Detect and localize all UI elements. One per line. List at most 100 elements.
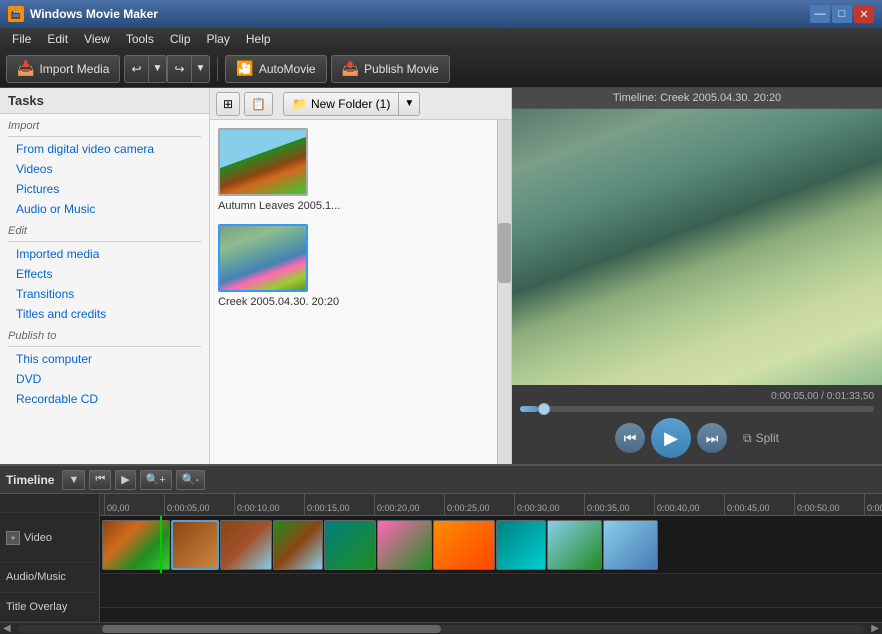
sidebar-header: Tasks	[0, 88, 209, 114]
thumbnail-autumn	[220, 130, 306, 194]
media-label-autumn: Autumn Leaves 2005.1...	[218, 200, 340, 212]
import-media-button[interactable]: 📥 Import Media	[6, 55, 120, 83]
sidebar-link-dvd[interactable]: DVD	[0, 369, 209, 389]
timeline-start-button[interactable]: ⏮	[89, 470, 111, 490]
media-label-creek: Creek 2005.04.30. 20:20	[218, 296, 339, 308]
minimize-button[interactable]: —	[810, 5, 830, 23]
preview-prev-button[interactable]: ⏮	[615, 423, 645, 453]
scrollbar-thumb[interactable]	[102, 625, 441, 633]
sidebar-link-titles[interactable]: Titles and credits	[0, 304, 209, 324]
sidebar-link-audio[interactable]: Audio or Music	[0, 199, 209, 219]
new-folder-button[interactable]: 📁 New Folder (1)	[283, 92, 399, 116]
video-clip[interactable]	[220, 520, 272, 570]
media-scrollbar-thumb[interactable]	[498, 223, 511, 283]
ruler-mark: 0:00:50,00	[794, 494, 864, 515]
menu-help[interactable]: Help	[238, 30, 279, 48]
preview-progress-bar[interactable]	[520, 406, 874, 412]
menu-clip[interactable]: Clip	[162, 30, 199, 48]
menu-view[interactable]: View	[76, 30, 118, 48]
ruler-marks: 00,00 0:00:05,00 0:00:10,00 0:00:15,00 0…	[104, 494, 878, 515]
redo-button[interactable]: ↪	[167, 55, 191, 83]
ruler-mark: 0:00:45,00	[724, 494, 794, 515]
import-divider	[8, 136, 201, 137]
timeline-zoom-in-button[interactable]: 🔍+	[140, 470, 172, 490]
sidebar: Tasks Import From digital video camera V…	[0, 88, 210, 464]
split-icon: ⧉	[743, 431, 752, 446]
sidebar-link-recordable-cd[interactable]: Recordable CD	[0, 389, 209, 409]
video-expand-button[interactable]: +	[6, 531, 20, 545]
video-clips	[100, 516, 660, 573]
sidebar-section-edit-title: Edit	[0, 219, 209, 239]
close-button[interactable]: ✕	[854, 5, 874, 23]
timeline-zoom-out-button[interactable]: 🔍-	[176, 470, 205, 490]
menu-file[interactable]: File	[4, 30, 39, 48]
automovie-button[interactable]: 🎦 AutoMovie	[225, 55, 326, 83]
publish-divider	[8, 346, 201, 347]
undo-button[interactable]: ↩	[124, 55, 148, 83]
timeline-dropdown-button[interactable]: ▼	[62, 470, 85, 490]
timeline-label: Timeline	[6, 473, 54, 487]
view-thumbnails-button[interactable]: ⊞	[216, 92, 240, 116]
ruler-mark: 0:00:35,00	[584, 494, 654, 515]
media-toolbar: ⊞ 📋 📁 New Folder (1) ▼	[210, 88, 511, 120]
media-thumb-autumn[interactable]	[218, 128, 308, 196]
list-item: Creek 2005.04.30. 20:20	[218, 224, 503, 308]
menu-play[interactable]: Play	[199, 30, 238, 48]
playhead	[160, 516, 162, 573]
sidebar-section-import-title: Import	[0, 114, 209, 134]
sidebar-link-pictures[interactable]: Pictures	[0, 179, 209, 199]
preview-play-button[interactable]: ▶	[651, 418, 691, 458]
sidebar-link-effects[interactable]: Effects	[0, 264, 209, 284]
menu-edit[interactable]: Edit	[39, 30, 76, 48]
media-scrollbar[interactable]	[497, 120, 511, 464]
redo-dropdown[interactable]: ▼	[192, 55, 211, 83]
sidebar-link-imported-media[interactable]: Imported media	[0, 244, 209, 264]
undo-redo-group: ↩ ▼ ↪ ▼	[124, 55, 210, 83]
publish-movie-button[interactable]: 📤 Publish Movie	[331, 55, 450, 83]
video-clip[interactable]	[377, 520, 432, 570]
folder-icon: 📁	[292, 97, 307, 111]
sidebar-link-digital-camera[interactable]: From digital video camera	[0, 139, 209, 159]
timeline-play-button[interactable]: ▶	[115, 470, 135, 490]
timeline-tracks: 00,00 0:00:05,00 0:00:10,00 0:00:15,00 0…	[100, 494, 882, 622]
preview-time: 0:00:05,00 / 0:01:33,50	[520, 391, 874, 402]
ruler-mark: 0:00:30,00	[514, 494, 584, 515]
sidebar-link-this-computer[interactable]: This computer	[0, 349, 209, 369]
view-details-button[interactable]: 📋	[244, 92, 273, 116]
media-panel: ⊞ 📋 📁 New Folder (1) ▼ Autumn Leaves 200…	[210, 88, 512, 464]
ruler-mark: 00,00	[104, 494, 164, 515]
video-clip[interactable]	[496, 520, 546, 570]
new-folder-dropdown[interactable]: ▼	[399, 92, 420, 116]
ruler-mark: 0:00:15,00	[304, 494, 374, 515]
preview-progress-thumb[interactable]	[538, 403, 550, 415]
app-title: Windows Movie Maker	[30, 7, 158, 21]
sidebar-link-transitions[interactable]: Transitions	[0, 284, 209, 304]
list-item: Autumn Leaves 2005.1...	[218, 128, 503, 212]
video-clip[interactable]	[603, 520, 658, 570]
undo-dropdown[interactable]: ▼	[149, 55, 168, 83]
preview-split-button[interactable]: ⧉ Split	[743, 431, 779, 446]
scrollbar-left-button[interactable]: ◀	[0, 623, 14, 634]
import-media-label: Import Media	[39, 62, 109, 76]
audio-track	[100, 574, 882, 608]
ruler-mark: 0:00:20,00	[374, 494, 444, 515]
new-folder-group: 📁 New Folder (1) ▼	[283, 92, 420, 116]
menu-tools[interactable]: Tools	[118, 30, 162, 48]
sidebar-link-videos[interactable]: Videos	[0, 159, 209, 179]
maximize-button[interactable]: □	[832, 5, 852, 23]
title-bar-left: 🎬 Windows Movie Maker	[8, 6, 158, 22]
video-clip[interactable]	[547, 520, 602, 570]
app-icon: 🎬	[8, 6, 24, 22]
scrollbar-right-button[interactable]: ▶	[868, 623, 882, 634]
video-clip[interactable]	[273, 520, 323, 570]
video-clip[interactable]	[433, 520, 495, 570]
publish-icon: 📤	[342, 60, 359, 77]
ruler-mark: 0:00:05,00	[164, 494, 234, 515]
preview-panel: Timeline: Creek 2005.04.30. 20:20 0:00:0…	[512, 88, 882, 464]
video-clip[interactable]	[171, 520, 219, 570]
media-thumb-creek[interactable]	[218, 224, 308, 292]
preview-next-button[interactable]: ⏭	[697, 423, 727, 453]
ruler-mark: 0:00:40,00	[654, 494, 724, 515]
video-clip[interactable]	[324, 520, 376, 570]
title-bar-controls: — □ ✕	[810, 5, 874, 23]
